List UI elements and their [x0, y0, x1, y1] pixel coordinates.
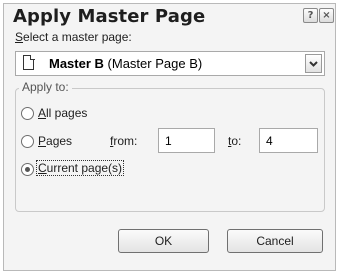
current-pages-label[interactable]: Current page(s)	[36, 160, 125, 176]
cancel-button[interactable]: Cancel	[227, 229, 323, 253]
select-master-label: Select a master page:	[15, 30, 132, 44]
selected-master-page: Master B (Master Page B)	[49, 56, 203, 71]
to-page-field[interactable]: 4	[259, 128, 318, 153]
pages-range-radio[interactable]	[21, 135, 34, 148]
help-button[interactable]: ?	[303, 8, 318, 23]
all-pages-label[interactable]: All pages	[38, 106, 87, 120]
apply-to-label: Apply to:	[19, 80, 72, 94]
master-page-dropdown[interactable]: Master B (Master Page B)	[15, 51, 325, 76]
pages-label[interactable]: Pages	[38, 134, 72, 148]
ok-button[interactable]: OK	[118, 229, 209, 253]
close-button[interactable]: ×	[319, 8, 334, 23]
current-pages-radio[interactable]	[21, 163, 34, 176]
dropdown-arrow-button[interactable]	[305, 54, 322, 73]
all-pages-radio[interactable]	[21, 107, 34, 120]
from-page-field[interactable]: 1	[158, 128, 215, 153]
from-label: from:	[110, 134, 138, 148]
chevron-down-icon	[309, 61, 318, 67]
to-label: to:	[228, 134, 242, 148]
dialog-title: Apply Master Page	[13, 6, 206, 27]
document-icon	[23, 54, 35, 70]
